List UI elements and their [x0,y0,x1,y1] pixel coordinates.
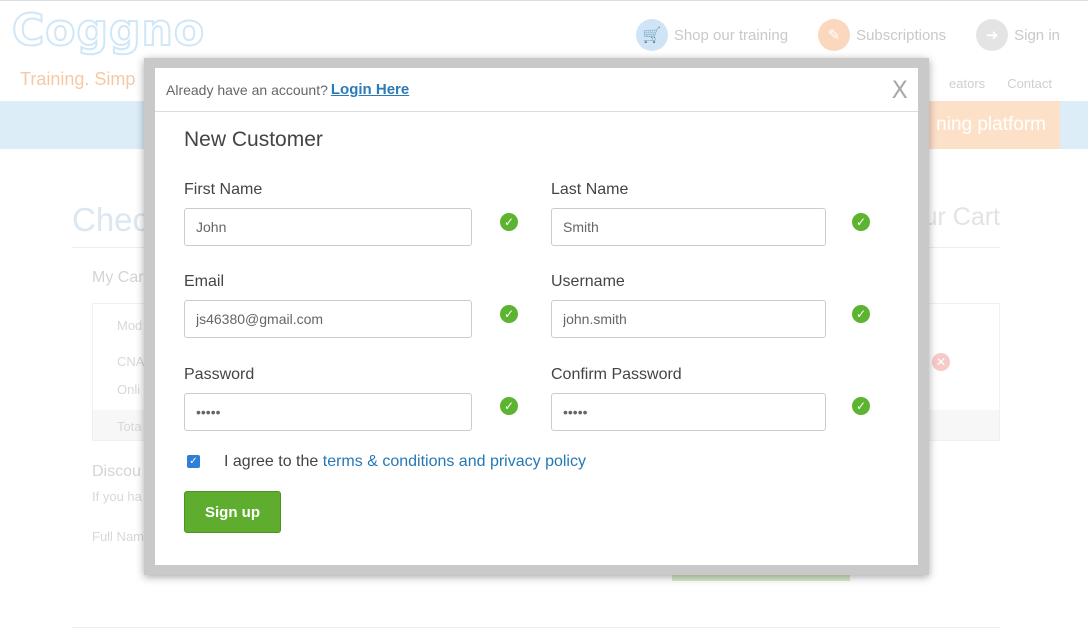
agree-checkbox[interactable]: ✓ [187,455,200,468]
first-name-label: First Name [184,181,263,198]
password-label: Password [184,366,255,383]
cart-col-module: Mod [117,318,143,333]
nav-subscriptions[interactable]: ✎ Subscriptions [818,19,946,51]
agree-text: I agree to the terms & conditions and pr… [224,453,586,471]
sub-nav: eators Contact [949,76,1052,91]
password-input[interactable] [184,393,472,431]
first-name-valid-icon: ✓ [500,213,518,231]
username-label: Username [551,273,625,290]
username-input[interactable] [551,300,826,338]
login-here-link[interactable]: Login Here [331,81,409,98]
coggno-logo[interactable]: Coggno [11,4,205,57]
logo-tagline: Training. Simp [20,69,136,89]
sub-nav-creators[interactable]: eators [949,76,985,91]
terms-privacy-link[interactable]: terms & conditions and privacy policy [323,453,586,470]
modal-header: Already have an account? Login Here [155,68,918,112]
cart-row-type: Onli [117,382,141,397]
bottom-divider [72,627,1000,628]
password-valid-icon: ✓ [500,397,518,415]
signup-modal: Already have an account? Login Here X Ne… [155,68,918,565]
confirm-password-label: Confirm Password [551,366,682,383]
full-name-label: Full Nam [92,529,145,544]
close-icon[interactable]: X [892,76,908,104]
remove-item-icon[interactable]: ✕ [932,353,950,371]
nav-subscriptions-label: Subscriptions [856,26,947,44]
modal-title: New Customer [184,128,323,151]
last-name-label: Last Name [551,181,629,198]
nav-sign-in[interactable]: ➜ Sign in [976,19,1060,51]
cart-icon: 🛒 [635,19,668,51]
sign-up-button[interactable]: Sign up [184,491,281,533]
confirm-password-input[interactable] [551,393,826,431]
sign-in-icon: ➜ [976,19,1009,51]
last-name-input[interactable] [551,208,826,246]
signup-modal-frame: Already have an account? Login Here X Ne… [144,58,929,575]
email-valid-icon: ✓ [500,305,518,323]
nav-shop-training[interactable]: 🛒 Shop our training [635,19,789,51]
top-nav: 🛒 Shop our training ✎ Subscriptions ➜ Si… [635,19,1060,51]
confirm-password-valid-icon: ✓ [852,397,870,415]
my-cart-heading: My Car [92,269,144,286]
checkout-title: Chec [72,201,150,238]
modal-header-text: Already have an account? [166,81,328,98]
nav-shop-label: Shop our training [673,26,789,44]
email-input[interactable] [184,300,472,338]
nav-sign-in-label: Sign in [1014,26,1060,44]
discount-hint: If you ha [92,489,142,504]
agree-prefix: I agree to the [224,453,319,470]
discount-heading: Discou [92,463,141,480]
cart-row-name: CNA [117,354,145,369]
username-valid-icon: ✓ [852,305,870,323]
sub-nav-contact[interactable]: Contact [1007,76,1052,91]
cart-title: ur Cart [923,203,1000,231]
first-name-input[interactable] [184,208,472,246]
cart-total-label: Tota [117,419,142,434]
edit-icon: ✎ [818,19,851,51]
last-name-valid-icon: ✓ [852,213,870,231]
email-label: Email [184,273,225,290]
